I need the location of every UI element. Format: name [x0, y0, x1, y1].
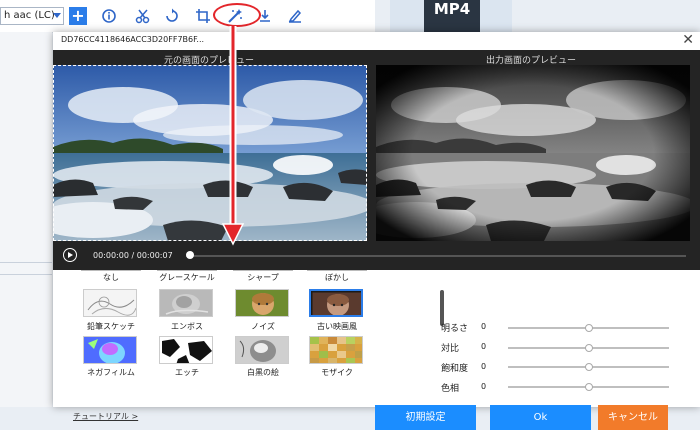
- hue-value: 0: [481, 382, 487, 391]
- effect-label: エッチ: [175, 368, 199, 377]
- effect-mosaic[interactable]: [309, 336, 363, 364]
- beach-scene-image: [53, 65, 367, 241]
- effect-old-film[interactable]: [309, 289, 363, 317]
- saturation-slider-handle[interactable]: [585, 363, 593, 371]
- editor-toolbar: h aac (LC) +: [0, 0, 375, 33]
- effect-pencil-sketch[interactable]: [83, 289, 137, 317]
- contrast-slider-handle[interactable]: [585, 344, 593, 352]
- mp4-format-thumbnail[interactable]: MP4: [424, 0, 480, 34]
- add-button[interactable]: +: [69, 7, 87, 25]
- seek-handle[interactable]: [186, 251, 194, 259]
- dialog-title: DD76CC4118646ACC3D20FF7B6F...: [61, 35, 205, 44]
- effect-emboss[interactable]: [159, 289, 213, 317]
- divider: [157, 270, 217, 271]
- divider: [0, 274, 52, 275]
- old-film-thumbnail: [311, 291, 361, 315]
- contrast-value: 0: [481, 342, 487, 351]
- saturation-label: 飽和度: [441, 364, 469, 374]
- playback-time: 00:00:00 / 00:00:07: [93, 251, 173, 260]
- bw-painting-thumbnail: [236, 337, 288, 363]
- original-preview: [53, 65, 367, 241]
- category-sharpen[interactable]: シャープ: [228, 272, 298, 283]
- dialog-title-bar: DD76CC4118646ACC3D20FF7B6F... ✕: [53, 32, 700, 50]
- category-blur[interactable]: ぼかし: [302, 272, 372, 283]
- total-time: 00:00:07: [136, 251, 173, 260]
- effect-label: ノイズ: [251, 322, 275, 331]
- play-button[interactable]: [63, 248, 77, 262]
- info-icon[interactable]: [100, 7, 118, 25]
- brightness-label: 明るさ: [441, 324, 469, 334]
- divider: [81, 270, 141, 271]
- reset-button[interactable]: 初期設定: [375, 405, 476, 430]
- cut-icon[interactable]: [134, 7, 152, 25]
- output-preview: [376, 65, 690, 241]
- effect-label: エンボス: [171, 322, 203, 331]
- time-separator: /: [131, 251, 135, 260]
- hue-slider-handle[interactable]: [585, 383, 593, 391]
- audio-codec-select[interactable]: h aac (LC): [0, 7, 64, 25]
- rotate-icon[interactable]: [163, 7, 181, 25]
- effect-bw-painting[interactable]: [235, 336, 289, 364]
- cancel-button[interactable]: キャンセル: [598, 405, 668, 430]
- category-none[interactable]: なし: [76, 272, 146, 283]
- mosaic-thumbnail: [310, 337, 362, 363]
- ok-button[interactable]: Ok: [490, 405, 591, 430]
- effects-dialog: DD76CC4118646ACC3D20FF7B6F... ✕ 元の画面のプレビ…: [53, 32, 700, 430]
- effect-label: 白黒の絵: [247, 368, 279, 377]
- crop-icon[interactable]: [194, 7, 212, 25]
- contrast-label: 対比: [441, 344, 460, 354]
- effect-label: モザイク: [321, 368, 353, 377]
- old-film-scene-image: [376, 65, 690, 241]
- mp4-label: MP4: [433, 0, 471, 18]
- emboss-thumbnail: [160, 290, 212, 316]
- saturation-value: 0: [481, 362, 487, 371]
- current-time: 00:00:00: [93, 251, 129, 260]
- tutorial-link[interactable]: チュートリアル >: [73, 411, 138, 422]
- effects-panel: なし グレースケール シャープ ぼかし 鉛筆スケッチ エンボス ノイズ 古い映画…: [53, 270, 700, 430]
- seek-bar[interactable]: [186, 255, 686, 257]
- video-preview-area: 元の画面のプレビュー 出力画面のプレビュー 00:00:00 / 00:00:0…: [53, 50, 700, 270]
- pen-edit-icon[interactable]: [286, 7, 304, 25]
- effect-negative[interactable]: [83, 336, 137, 364]
- negative-thumbnail: [84, 337, 136, 363]
- highlight-circle: [213, 3, 261, 27]
- noise-thumbnail: [236, 290, 288, 316]
- effect-noise[interactable]: [235, 289, 289, 317]
- effect-label: 鉛筆スケッチ: [87, 322, 135, 331]
- divider: [0, 262, 52, 263]
- file-list-strip: [0, 32, 52, 407]
- chevron-down-icon: [53, 13, 61, 18]
- divider: [307, 270, 367, 271]
- close-button[interactable]: ✕: [682, 33, 694, 47]
- effect-etch[interactable]: [159, 336, 213, 364]
- divider: [233, 270, 293, 271]
- codec-value: h aac (LC): [4, 10, 55, 21]
- brightness-value: 0: [481, 322, 487, 331]
- etch-thumbnail: [160, 337, 212, 363]
- effect-label: ネガフィルム: [87, 368, 135, 377]
- effect-label: 古い映画風: [317, 322, 357, 331]
- brightness-slider-handle[interactable]: [585, 324, 593, 332]
- category-grayscale[interactable]: グレースケール: [152, 272, 222, 283]
- hue-label: 色相: [441, 384, 460, 394]
- pencil-sketch-thumbnail: [84, 290, 136, 316]
